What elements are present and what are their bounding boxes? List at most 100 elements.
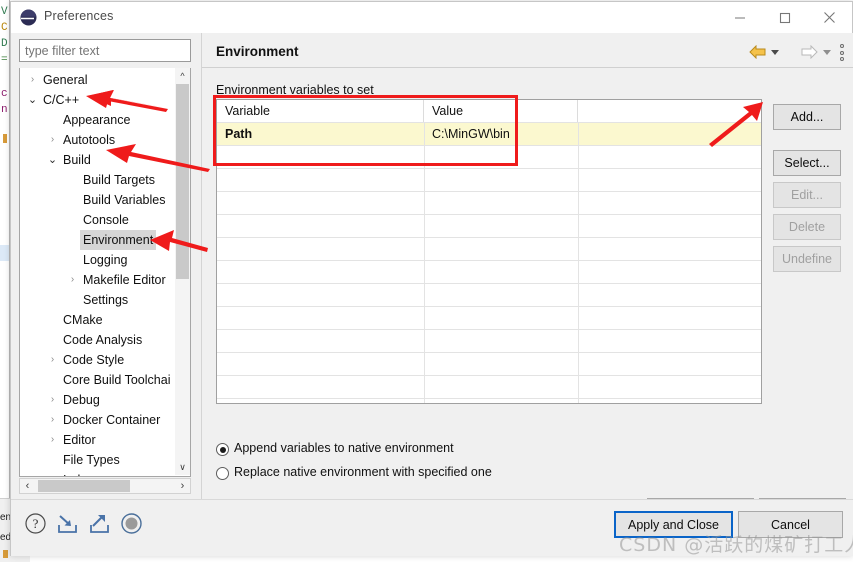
help-icon[interactable]: ? [24, 512, 47, 535]
svg-text:?: ? [33, 516, 39, 531]
environment-variables-table[interactable]: Variable Value Path C:\MinGW\bin [216, 99, 762, 404]
preference-tree[interactable]: › General ⌄ C/C++ Appearance › Autotools ⌄ Build… [19, 68, 191, 477]
bg-marker [3, 134, 7, 143]
sidebar-item-label: Code Style [63, 353, 125, 367]
scroll-down-icon[interactable]: ∨ [175, 460, 190, 475]
forward-arrow-icon [801, 45, 818, 59]
chevron-right-icon[interactable]: › [46, 350, 59, 370]
scrollbar-thumb[interactable] [176, 84, 189, 279]
cell-origin [578, 123, 761, 145]
vertical-dots-icon[interactable] [836, 44, 848, 61]
sidebar-item-makefile-editor[interactable]: › Makefile Editor [20, 270, 176, 290]
chevron-right-icon[interactable]: › [26, 70, 39, 90]
sidebar-item-build-targets[interactable]: Build Targets [20, 170, 176, 190]
tree-horizontal-scrollbar[interactable]: ‹ › [19, 478, 191, 494]
chevron-down-icon[interactable] [823, 49, 831, 55]
cell-value: C:\MinGW\bin [432, 127, 510, 141]
watermark: CSDN @活跃的煤矿打工人 [619, 534, 853, 556]
sidebar-item-build[interactable]: ⌄ Build [20, 150, 176, 170]
chevron-down-icon[interactable]: ⌄ [26, 90, 39, 110]
edit-button: Edit... [773, 182, 841, 208]
sidebar-item-label: Settings [83, 293, 129, 307]
sidebar-item-label: File Types [63, 453, 120, 467]
sidebar-item-c-c[interactable]: ⌄ C/C++ [20, 90, 176, 110]
scroll-up-icon[interactable]: ^ [175, 68, 190, 83]
tree-vertical-scrollbar[interactable]: ^ ∨ [175, 68, 190, 475]
sidebar-item-label: Logging [83, 253, 128, 267]
sidebar-item-code-style[interactable]: › Code Style [20, 350, 176, 370]
chevron-right-icon[interactable]: › [66, 270, 79, 290]
sidebar-item-logging[interactable]: Logging [20, 250, 176, 270]
maximize-button[interactable] [762, 2, 807, 33]
sidebar-item-label: Build Variables [83, 193, 166, 207]
scroll-left-icon[interactable]: ‹ [20, 479, 35, 493]
eclipse-icon [20, 9, 37, 26]
select-button[interactable]: Select... [773, 150, 841, 176]
environment-page: Environment Environment variables to set… [201, 33, 853, 525]
bg-code-line: V [1, 6, 8, 18]
chevron-right-icon[interactable]: › [46, 130, 59, 150]
forward-navigation-group [801, 45, 831, 59]
page-header: Environment [202, 35, 853, 68]
column-header-variable[interactable]: Variable [217, 100, 424, 123]
export-icon[interactable] [88, 512, 111, 535]
sidebar-item-cmake[interactable]: CMake [20, 310, 176, 330]
chevron-right-icon[interactable]: › [46, 410, 59, 430]
sidebar-item-label: Build [63, 153, 91, 167]
radio-append[interactable] [216, 443, 229, 456]
sidebar-item-indexer[interactable]: Indexer [20, 470, 176, 476]
radio-replace[interactable] [216, 467, 229, 480]
sidebar-item-code-analysis[interactable]: Code Analysis [20, 330, 176, 350]
sidebar-item-appearance[interactable]: Appearance [20, 110, 176, 130]
radio-append-label: Append variables to native environment [234, 441, 454, 455]
back-arrow-icon[interactable] [749, 45, 766, 59]
minimize-button[interactable] [717, 2, 762, 33]
dialog-body: › General ⌄ C/C++ Appearance › Autotools ⌄ Build… [11, 33, 853, 525]
sidebar-item-general[interactable]: › General [20, 70, 176, 90]
sidebar-item-docker-container[interactable]: › Docker Container [20, 410, 176, 430]
bg-code-line: n [1, 104, 8, 116]
chevron-down-icon[interactable] [771, 49, 779, 55]
scroll-right-icon[interactable]: › [175, 479, 190, 493]
scrollbar-thumb[interactable] [38, 480, 130, 492]
sidebar-item-settings[interactable]: Settings [20, 290, 176, 310]
tree-item-list: › General ⌄ C/C++ Appearance › Autotools ⌄ Build… [20, 70, 176, 476]
chevron-right-icon[interactable]: › [46, 390, 59, 410]
column-header-origin[interactable] [578, 100, 761, 123]
sidebar-item-label: Core Build Toolchai [63, 373, 171, 387]
column-header-value[interactable]: Value [424, 100, 578, 123]
sidebar-item-label: Build Targets [83, 173, 156, 187]
filter-input[interactable] [19, 39, 191, 62]
sidebar-item-label: Appearance [63, 113, 131, 127]
sidebar-item-file-types[interactable]: File Types [20, 450, 176, 470]
sidebar-item-editor[interactable]: › Editor [20, 430, 176, 450]
record-icon[interactable] [120, 512, 143, 535]
sidebar-item-environment[interactable]: Environment [20, 230, 176, 250]
chevron-right-icon[interactable]: › [46, 430, 59, 450]
sidebar-item-label: Makefile Editor [83, 273, 166, 287]
sidebar-item-autotools[interactable]: › Autotools [20, 130, 176, 150]
add-button[interactable]: Add... [773, 104, 841, 130]
close-button[interactable] [807, 2, 852, 33]
import-icon[interactable] [56, 512, 79, 535]
chevron-down-icon[interactable]: ⌄ [46, 150, 59, 170]
group-label: Environment variables to set [216, 83, 374, 97]
title-bar: Preferences [11, 2, 852, 33]
sidebar-item-label: Debug [63, 393, 100, 407]
cell-variable: Path [225, 127, 253, 141]
bg-marker [3, 550, 8, 558]
table-row[interactable]: Path C:\MinGW\bin [217, 123, 761, 145]
preferences-dialog: Preferences › General ⌄ C/C++ Appearance › Aut… [10, 1, 853, 556]
bg-code-line: c [1, 88, 8, 100]
sidebar-item-build-variables[interactable]: Build Variables [20, 190, 176, 210]
sidebar-item-label: C/C++ [43, 93, 80, 107]
sidebar-item-console[interactable]: Console [20, 210, 176, 230]
back-navigation-group[interactable] [749, 45, 779, 59]
sidebar-item-core-build-toolchai[interactable]: Core Build Toolchai [20, 370, 176, 390]
sidebar-item-label: General [43, 73, 88, 87]
sidebar-item-debug[interactable]: › Debug [20, 390, 176, 410]
bg-selection [0, 245, 9, 261]
sidebar-item-label: Editor [63, 433, 96, 447]
bg-code-line: C [1, 22, 8, 34]
sidebar-item-label: Environment [80, 230, 157, 250]
